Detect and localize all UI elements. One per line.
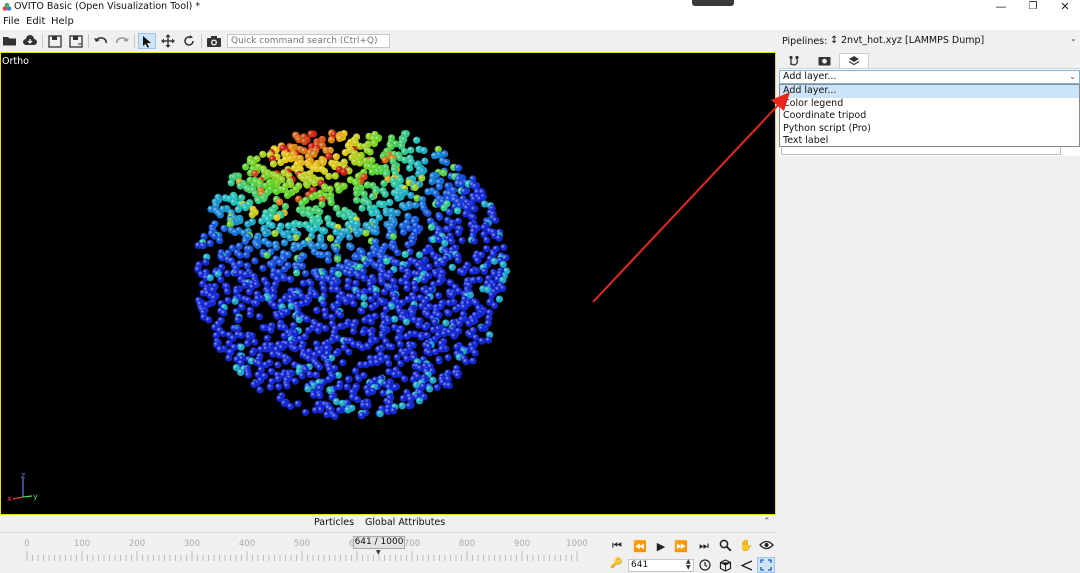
axis-z-label: z bbox=[21, 471, 25, 480]
jump-to-start-icon[interactable]: ⏮ bbox=[608, 538, 626, 554]
timeline-tick-label: 800 bbox=[458, 539, 476, 549]
tab-particles[interactable]: Particles bbox=[314, 517, 354, 528]
pipeline-selector[interactable]: ↕ 2nvt_hot.xyz [LAMMPS Dump] bbox=[828, 34, 1080, 49]
render-tab-icon[interactable] bbox=[809, 53, 839, 68]
chevron-down-icon[interactable]: ⌄ bbox=[1070, 34, 1077, 43]
key-icon[interactable]: 🔑 bbox=[610, 558, 622, 569]
maximize-button[interactable]: ❐ bbox=[1018, 0, 1048, 14]
jump-to-end-icon[interactable]: ⏭ bbox=[695, 538, 713, 554]
add-layer-combo-value: Add layer... bbox=[783, 71, 837, 82]
orbit-eye-icon[interactable] bbox=[757, 537, 775, 553]
window-title: OVITO Basic (Open Visualization Tool) * bbox=[14, 1, 201, 12]
step-back-icon[interactable]: ⏪ bbox=[631, 538, 649, 554]
timeline-tick-label: 500 bbox=[293, 539, 311, 549]
save-icon[interactable] bbox=[46, 33, 64, 49]
minimize-button[interactable]: — bbox=[986, 0, 1016, 14]
frame-spinner-value: 641 bbox=[631, 560, 649, 570]
zoom-all-icon[interactable] bbox=[716, 557, 734, 573]
chevron-up-icon[interactable]: ⌃ bbox=[763, 517, 771, 527]
command-panel-tabs bbox=[779, 53, 1080, 69]
timeline-ruler[interactable] bbox=[0, 551, 605, 561]
dropdown-item-add-layer[interactable]: Add layer... bbox=[780, 85, 1079, 98]
dropdown-item-color-legend[interactable]: Color legend bbox=[780, 98, 1079, 111]
spinner-arrows-icon[interactable]: ▲ ▼ bbox=[686, 559, 691, 571]
3d-viewport[interactable]: Ortho z x y bbox=[0, 52, 776, 515]
toolbar-separator bbox=[134, 34, 135, 48]
toolbar-separator bbox=[88, 34, 89, 48]
timeline-tick-label: 300 bbox=[183, 539, 201, 549]
dropdown-item-python-script[interactable]: Python script (Pro) bbox=[780, 123, 1079, 136]
dropdown-item-text-label[interactable]: Text label bbox=[780, 135, 1079, 148]
menu-edit[interactable]: Edit bbox=[26, 16, 45, 27]
cloud-load-icon[interactable] bbox=[21, 33, 39, 49]
undo-icon[interactable] bbox=[92, 33, 110, 49]
render-icon[interactable] bbox=[205, 33, 223, 49]
rotate-mode-icon[interactable] bbox=[180, 33, 198, 49]
axis-tripod-icon: z x y bbox=[7, 471, 38, 503]
pipeline-name: 2nvt_hot.xyz [LAMMPS Dump] bbox=[841, 35, 985, 46]
title-center-indicator bbox=[692, 0, 734, 6]
axis-y-label: y bbox=[33, 492, 38, 501]
divider bbox=[0, 532, 776, 533]
timeline-tick-label: 400 bbox=[238, 539, 256, 549]
menu-file[interactable]: File bbox=[3, 16, 20, 27]
timeline-tick-label: 100 bbox=[73, 539, 91, 549]
toolbar-separator bbox=[42, 34, 43, 48]
add-layer-dropdown: Add layer... Color legend Coordinate tri… bbox=[779, 84, 1080, 147]
chevron-down-icon: ⌄ bbox=[1069, 72, 1076, 81]
add-layer-combobox[interactable]: Add layer... ⌄ bbox=[779, 70, 1080, 84]
zoom-icon[interactable] bbox=[716, 537, 734, 553]
timeline-tick-label: 0 bbox=[24, 539, 30, 549]
clock-icon[interactable] bbox=[696, 557, 714, 573]
command-search-input[interactable] bbox=[227, 34, 390, 48]
close-button[interactable]: ✕ bbox=[1050, 0, 1080, 14]
pipelines-label: Pipelines: bbox=[782, 36, 828, 47]
open-file-icon[interactable] bbox=[1, 33, 19, 49]
timeline-tick-label: 1000 bbox=[566, 539, 588, 549]
frame-spinner[interactable]: 641 bbox=[628, 559, 694, 572]
play-icon[interactable]: ▶ bbox=[652, 538, 670, 554]
timeline-tick-label: 900 bbox=[513, 539, 531, 549]
layers-tab-icon[interactable] bbox=[839, 53, 869, 68]
axis-x-label: x bbox=[7, 494, 12, 503]
move-mode-icon[interactable] bbox=[159, 33, 177, 49]
save-as-icon[interactable] bbox=[67, 33, 85, 49]
toolbar-separator bbox=[201, 34, 202, 48]
time-slider-handle[interactable]: 641 / 1000 bbox=[353, 536, 405, 549]
step-forward-icon[interactable]: ⏩ bbox=[672, 538, 690, 554]
ovito-logo-icon bbox=[2, 2, 12, 11]
pan-hand-icon[interactable]: ✋ bbox=[737, 537, 755, 553]
tab-global-attributes[interactable]: Global Attributes bbox=[365, 517, 445, 528]
pipeline-icon: ↕ bbox=[830, 35, 839, 46]
timeline-tick-label: 200 bbox=[128, 539, 146, 549]
particle-render bbox=[194, 129, 511, 420]
menu-bar: File Edit Help bbox=[0, 14, 1080, 30]
slider-caret-icon: ▼ bbox=[376, 549, 381, 556]
redo-icon[interactable] bbox=[113, 33, 131, 49]
fov-icon[interactable] bbox=[737, 557, 755, 573]
menu-help[interactable]: Help bbox=[51, 16, 74, 27]
viewport-caption[interactable]: Ortho bbox=[2, 56, 29, 67]
dropdown-item-coordinate-tripod[interactable]: Coordinate tripod bbox=[780, 110, 1079, 123]
select-mode-icon[interactable] bbox=[138, 33, 156, 49]
pipeline-tab-icon[interactable] bbox=[779, 53, 809, 68]
title-bar: OVITO Basic (Open Visualization Tool) * … bbox=[0, 0, 1080, 14]
maximize-viewport-icon[interactable] bbox=[757, 557, 775, 573]
